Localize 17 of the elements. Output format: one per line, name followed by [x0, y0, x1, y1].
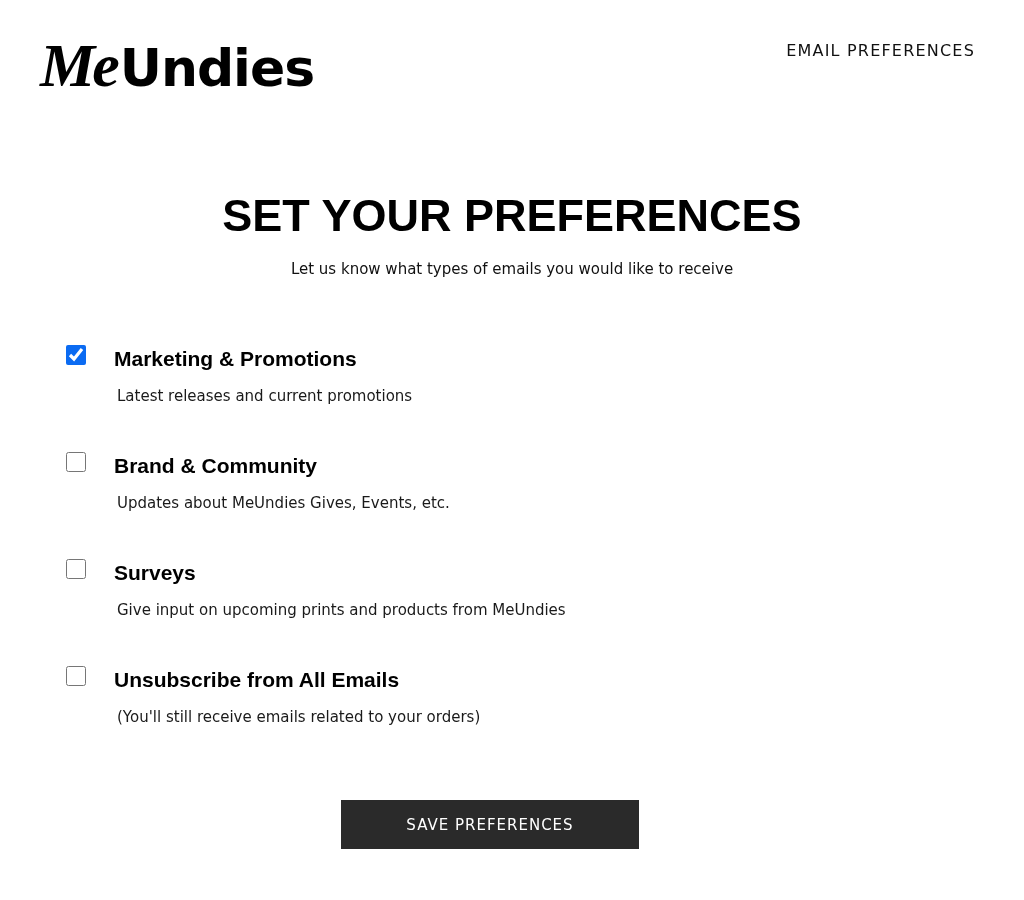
preference-description: (You'll still receive emails related to your orders) [117, 707, 481, 727]
preference-label: Brand & Community [114, 453, 317, 479]
preference-checkbox[interactable] [66, 452, 86, 472]
preference-description: Give input on upcoming prints and products from MeUndies [117, 600, 566, 620]
save-preferences-button[interactable]: SAVE PREFERENCES [341, 800, 639, 849]
preference-checkbox[interactable] [66, 345, 86, 365]
brand-logo: MeUndies [40, 34, 315, 99]
page-subtitle: Let us know what types of emails you would like to receive [290, 259, 734, 279]
preference-label: Unsubscribe from All Emails [114, 667, 400, 693]
email-preferences-link[interactable]: EMAIL PREFERENCES [786, 41, 975, 61]
preference-checkbox[interactable] [66, 559, 86, 579]
preference-label: Surveys [114, 560, 196, 586]
preference-label: Marketing & Promotions [114, 346, 357, 372]
preference-description: Latest releases and current promotions [117, 386, 413, 406]
page-title: SET YOUR PREFERENCES [222, 190, 802, 242]
preference-description: Updates about MeUndies Gives, Events, etc. [117, 493, 450, 513]
preference-checkbox[interactable] [66, 666, 86, 686]
